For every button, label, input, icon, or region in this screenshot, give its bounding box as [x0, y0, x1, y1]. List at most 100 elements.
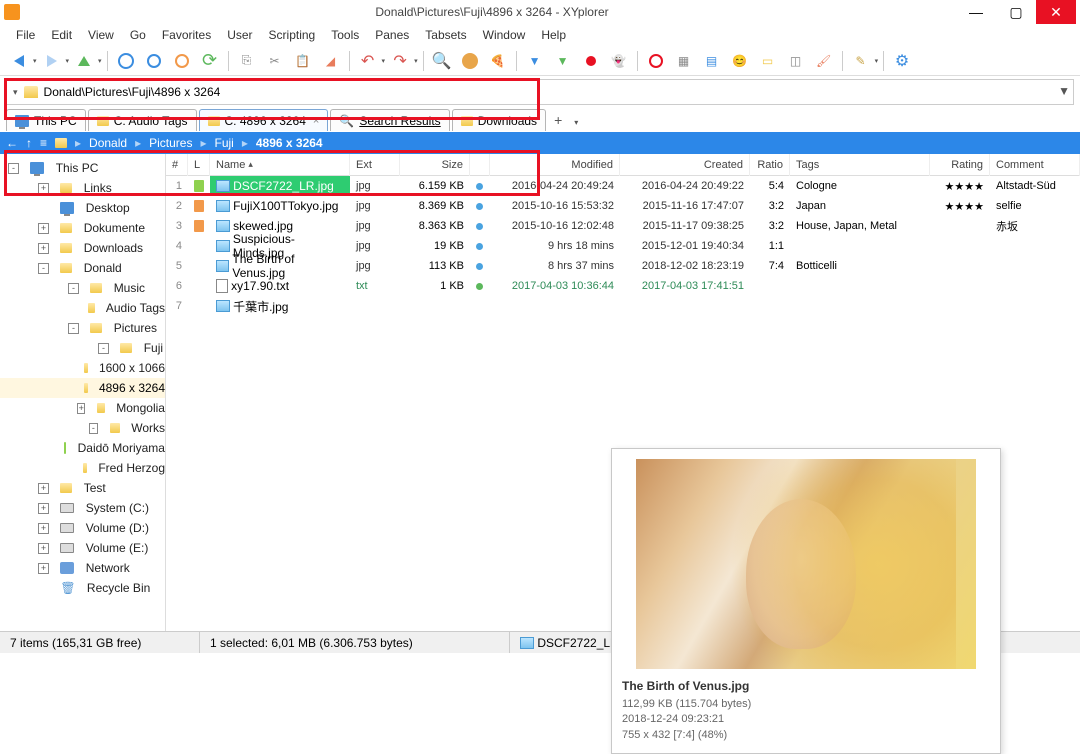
- menu-scripting[interactable]: Scripting: [261, 25, 324, 45]
- tree-node[interactable]: + Dokumente: [0, 218, 165, 238]
- up-button[interactable]: [71, 48, 97, 74]
- menu-panes[interactable]: Panes: [367, 25, 417, 45]
- ghost-icon[interactable]: 👻: [606, 48, 632, 74]
- close-button[interactable]: ✕: [1036, 0, 1076, 24]
- new-tab-button[interactable]: +: [548, 112, 568, 128]
- tree-node[interactable]: Fred Herzog: [0, 458, 165, 478]
- edit-icon[interactable]: ✎: [848, 48, 874, 74]
- copy-icon[interactable]: ⎘: [234, 48, 260, 74]
- tab-this-pc[interactable]: This PC: [6, 109, 86, 131]
- menu-tabsets[interactable]: Tabsets: [417, 25, 474, 45]
- zoom-icon[interactable]: [141, 48, 167, 74]
- chevron-down-icon[interactable]: ▾: [13, 87, 18, 98]
- tree-toggle-icon[interactable]: -: [68, 283, 79, 294]
- crumb-3[interactable]: Fuji: [215, 136, 234, 150]
- crumb-1[interactable]: Donald: [89, 136, 127, 150]
- panel-icon[interactable]: ▭: [755, 48, 781, 74]
- maximize-button[interactable]: ▢: [996, 0, 1036, 24]
- tree-toggle-icon[interactable]: +: [38, 183, 49, 194]
- tree-toggle-icon[interactable]: +: [38, 483, 49, 494]
- tree-node[interactable]: + Test: [0, 478, 165, 498]
- column-header[interactable]: Comment: [990, 154, 1080, 176]
- redo-button[interactable]: ↷: [387, 48, 413, 74]
- tree-toggle-icon[interactable]: +: [38, 523, 49, 534]
- tree-toggle-icon[interactable]: +: [38, 243, 49, 254]
- column-header[interactable]: Rating: [930, 154, 990, 176]
- column-header[interactable]: Ext: [350, 154, 400, 176]
- tree-node[interactable]: 1600 x 1066: [0, 358, 165, 378]
- tab-c-audio-tags[interactable]: C: Audio Tags: [88, 109, 197, 131]
- tree-toggle-icon[interactable]: -: [68, 323, 79, 334]
- spiral-icon[interactable]: [643, 48, 669, 74]
- filter1-icon[interactable]: ▼: [522, 48, 548, 74]
- tree-node[interactable]: Desktop: [0, 198, 165, 218]
- column-header[interactable]: Modified: [490, 154, 620, 176]
- column-header[interactable]: Ratio: [750, 154, 790, 176]
- menu-go[interactable]: Go: [122, 25, 154, 45]
- file-row[interactable]: 5 The Birth of Venus.jpgjpg113 KB8 hrs 3…: [166, 256, 1080, 276]
- emoji-icon[interactable]: 😊: [727, 48, 753, 74]
- tab-c-4896-x-3264[interactable]: C: 4896 x 3264×: [199, 109, 329, 131]
- delete-icon[interactable]: ◢: [318, 48, 344, 74]
- menu-edit[interactable]: Edit: [43, 25, 80, 45]
- refresh-icon[interactable]: ⟳: [197, 48, 223, 74]
- tree-node[interactable]: - Fuji: [0, 338, 165, 358]
- tab-close-icon[interactable]: ×: [313, 115, 319, 127]
- tab-downloads[interactable]: Downloads: [452, 109, 546, 131]
- target-icon[interactable]: [113, 48, 139, 74]
- tree-node[interactable]: 4896 x 3264: [0, 378, 165, 398]
- crumb-4[interactable]: 4896 x 3264: [256, 136, 323, 150]
- menu-file[interactable]: File: [8, 25, 43, 45]
- tree-toggle-icon[interactable]: +: [38, 503, 49, 514]
- back-button[interactable]: [6, 48, 32, 74]
- file-row[interactable]: 1 DSCF2722_LR.jpgjpg6.159 KB2016-04-24 2…: [166, 176, 1080, 196]
- tab-dropdown-icon[interactable]: ▾: [568, 112, 584, 128]
- menu-window[interactable]: Window: [475, 25, 534, 45]
- crumb-menu-icon[interactable]: ≡: [40, 136, 47, 150]
- column-header[interactable]: L: [188, 154, 210, 176]
- brush-icon[interactable]: 🖌: [811, 48, 837, 74]
- tree-toggle-icon[interactable]: +: [38, 543, 49, 554]
- menu-view[interactable]: View: [80, 25, 122, 45]
- tree-node[interactable]: - Donald: [0, 258, 165, 278]
- tree-toggle-icon[interactable]: -: [89, 423, 99, 434]
- tree-toggle-icon[interactable]: -: [38, 263, 49, 274]
- filter-toggle-icon[interactable]: ▼: [1058, 84, 1070, 98]
- forward-button[interactable]: [39, 48, 65, 74]
- tree-node[interactable]: + Volume (D:): [0, 518, 165, 538]
- column-header[interactable]: Name▴: [210, 154, 350, 176]
- file-row[interactable]: 2 FujiX100TTokyo.jpgjpg8.369 KB2015-10-1…: [166, 196, 1080, 216]
- tree-node[interactable]: - Pictures: [0, 318, 165, 338]
- split-icon[interactable]: ◫: [783, 48, 809, 74]
- addressbar[interactable]: ▾ Donald\Pictures\Fuji\4896 x 3264: [6, 79, 1074, 105]
- tree-toggle-icon[interactable]: +: [38, 223, 49, 234]
- column-header[interactable]: Size: [400, 154, 470, 176]
- grid-icon[interactable]: ▦: [671, 48, 697, 74]
- tree-node[interactable]: + Volume (E:): [0, 538, 165, 558]
- tree-toggle-icon[interactable]: +: [77, 403, 85, 414]
- folder-tree[interactable]: - This PC+ Links Desktop+ Dokumente+ Dow…: [0, 154, 166, 631]
- paste-icon[interactable]: 📋: [290, 48, 316, 74]
- tree-node[interactable]: + Downloads: [0, 238, 165, 258]
- tree-node[interactable]: + Network: [0, 558, 165, 578]
- tree-node[interactable]: + Mongolia: [0, 398, 165, 418]
- cookie-icon[interactable]: [457, 48, 483, 74]
- tree-node[interactable]: + Links: [0, 178, 165, 198]
- tab-search-results[interactable]: 🔍Search Results: [330, 109, 449, 131]
- crumb-back-icon[interactable]: ←: [6, 136, 18, 150]
- list-icon[interactable]: ▤: [699, 48, 725, 74]
- settings-icon[interactable]: ⚙: [889, 48, 915, 74]
- cut-icon[interactable]: ✂: [262, 48, 288, 74]
- tree-node[interactable]: 🗑 Recycle Bin: [0, 578, 165, 598]
- crumb-up-icon[interactable]: ↑: [26, 136, 32, 150]
- search-icon[interactable]: 🔍: [429, 48, 455, 74]
- column-header[interactable]: #: [166, 154, 188, 176]
- power-icon[interactable]: [169, 48, 195, 74]
- menu-user[interactable]: User: [219, 25, 260, 45]
- file-row[interactable]: 6 xy17.90.txttxt1 KB2017-04-03 10:36:442…: [166, 276, 1080, 296]
- tree-node[interactable]: - Works: [0, 418, 165, 438]
- column-header[interactable]: Tags: [790, 154, 930, 176]
- menu-help[interactable]: Help: [533, 25, 574, 45]
- crumb-2[interactable]: Pictures: [149, 136, 192, 150]
- tree-toggle-icon[interactable]: -: [8, 163, 19, 174]
